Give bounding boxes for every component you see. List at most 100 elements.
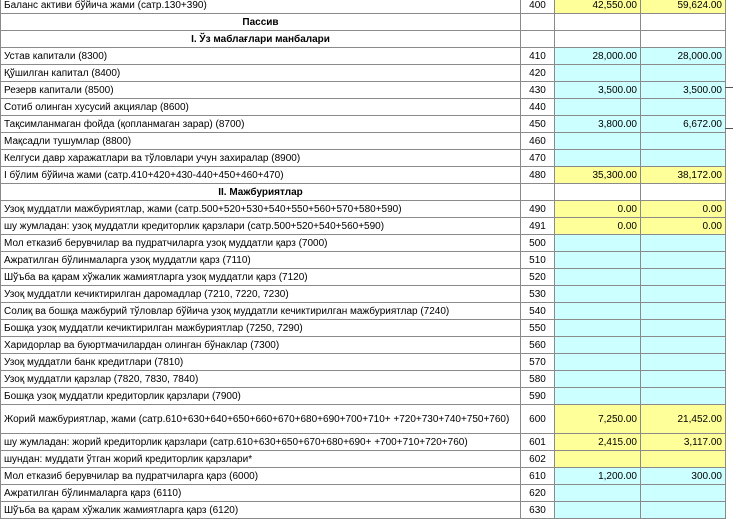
- value-cell-period-start[interactable]: 3,800.00: [554, 115, 641, 133]
- table-row: Жорий мажбуриятлар, жами (сатр.610+630+6…: [0, 404, 726, 434]
- value-cell-period-end[interactable]: 59,624.00: [640, 0, 726, 14]
- value-cell-period-end[interactable]: [640, 251, 726, 269]
- row-code: 440: [520, 98, 555, 116]
- value-cell-period-start[interactable]: 0.00: [554, 200, 641, 218]
- row-label: Келгуси давр харажатлари ва тўловлари уч…: [0, 149, 521, 167]
- value-cell-period-start[interactable]: [554, 268, 641, 286]
- row-label: Тақсимланмаган фойда (қопланмаган зарар)…: [0, 115, 521, 133]
- value-cell-period-start[interactable]: [554, 98, 641, 116]
- value-cell-period-start[interactable]: [554, 64, 641, 82]
- value-cell-period-start[interactable]: [554, 285, 641, 303]
- value-cell-period-end[interactable]: 28,000.00: [640, 47, 726, 65]
- row-code: 530: [520, 285, 555, 303]
- value-cell-period-end[interactable]: [640, 450, 726, 468]
- row-label: Жорий мажбуриятлар, жами (сатр.610+630+6…: [0, 404, 521, 434]
- value-cell-period-end[interactable]: [640, 387, 726, 405]
- row-code: 560: [520, 336, 555, 354]
- value-cell-period-end[interactable]: [640, 98, 726, 116]
- value-cell-period-start[interactable]: [554, 370, 641, 388]
- value-cell-period-end[interactable]: 38,172.00: [640, 166, 726, 184]
- row-label: Резерв капитали (8500): [0, 81, 521, 99]
- row-label: Ажратилган бўлинмаларга қарз (6110): [0, 484, 521, 502]
- row-label: Бошқа узоқ муддатли кредиторлик қарзлари…: [0, 387, 521, 405]
- empty-cell: [640, 183, 726, 201]
- empty-cell: [520, 183, 555, 201]
- section-header-label: Пассив: [0, 13, 521, 31]
- value-cell-period-start[interactable]: 0.00: [554, 217, 641, 235]
- table-row: Тақсимланмаган фойда (қопланмаган зарар)…: [0, 115, 726, 133]
- value-cell-period-start[interactable]: [554, 336, 641, 354]
- value-cell-period-end[interactable]: [640, 268, 726, 286]
- value-cell-period-start[interactable]: [554, 319, 641, 337]
- value-cell-period-end[interactable]: [640, 501, 726, 519]
- value-cell-period-end[interactable]: 0.00: [640, 217, 726, 235]
- row-code: 491: [520, 217, 555, 235]
- value-cell-period-start[interactable]: [554, 251, 641, 269]
- value-cell-period-end[interactable]: [640, 234, 726, 252]
- value-cell-period-start[interactable]: [554, 132, 641, 150]
- row-code: 450: [520, 115, 555, 133]
- section-header-row: II. Мажбуриятлар: [0, 183, 726, 201]
- row-code: 540: [520, 302, 555, 320]
- value-cell-period-end[interactable]: [640, 285, 726, 303]
- section-header-row: I. Ўз маблағлари манбалари: [0, 30, 726, 48]
- value-cell-period-end[interactable]: [640, 484, 726, 502]
- table-row: Резерв капитали (8500) 430 3,500.00 3,500.0…: [0, 81, 726, 99]
- empty-cell: [520, 13, 555, 31]
- empty-cell: [640, 30, 726, 48]
- balance-sheet-body: Баланс активи бўйича жами (сатр.130+390)…: [0, 0, 726, 519]
- value-cell-period-end[interactable]: [640, 302, 726, 320]
- value-cell-period-start[interactable]: [554, 302, 641, 320]
- row-label: Устав капитали (8300): [0, 47, 521, 65]
- value-cell-period-end[interactable]: 0.00: [640, 200, 726, 218]
- value-cell-period-end[interactable]: [640, 336, 726, 354]
- row-code: 550: [520, 319, 555, 337]
- row-label: Шўъба ва қарам хўжалик жамиятларга қарз …: [0, 501, 521, 519]
- value-cell-period-end[interactable]: 3,500.00: [640, 81, 726, 99]
- value-cell-period-end[interactable]: [640, 149, 726, 167]
- value-cell-period-start[interactable]: 3,500.00: [554, 81, 641, 99]
- empty-cell: [554, 30, 641, 48]
- table-row: Мол етказиб берувчилар ва пудратчиларга …: [0, 467, 726, 485]
- value-cell-period-end[interactable]: [640, 132, 726, 150]
- value-cell-period-start[interactable]: 2,415.00: [554, 433, 641, 451]
- value-cell-period-start[interactable]: [554, 149, 641, 167]
- row-label: Мақсадли тушумлар (8800): [0, 132, 521, 150]
- value-cell-period-start[interactable]: [554, 501, 641, 519]
- table-row: Сотиб олинган хусусий акциялар (8600) 440: [0, 98, 726, 116]
- table-row: Узоқ муддатли банк кредитлари (7810) 570: [0, 353, 726, 371]
- value-cell-period-start[interactable]: [554, 450, 641, 468]
- row-label: Ажратилган бўлинмаларга узоқ муддатли қа…: [0, 251, 521, 269]
- section-header-label: I. Ўз маблағлари манбалари: [0, 30, 521, 48]
- table-row: Келгуси давр харажатлари ва тўловлари уч…: [0, 149, 726, 167]
- table-row: Узоқ муддатли қарзлар (7820, 7830, 7840)…: [0, 370, 726, 388]
- value-cell-period-start[interactable]: 42,550.00: [554, 0, 641, 14]
- value-cell-period-start[interactable]: [554, 353, 641, 371]
- value-cell-period-end[interactable]: 3,117.00: [640, 433, 726, 451]
- value-cell-period-end[interactable]: 6,672.00: [640, 115, 726, 133]
- value-cell-period-end[interactable]: 21,452.00: [640, 404, 726, 434]
- table-row: Мол етказиб берувчилар ва пудратчиларга …: [0, 234, 726, 252]
- value-cell-period-start[interactable]: [554, 387, 641, 405]
- row-code: 500: [520, 234, 555, 252]
- table-row: шу жумладан: жорий кредиторлик қарзлари …: [0, 433, 726, 451]
- value-cell-period-start[interactable]: 1,200.00: [554, 467, 641, 485]
- empty-cell: [520, 30, 555, 48]
- value-cell-period-start[interactable]: 35,300.00: [554, 166, 641, 184]
- value-cell-period-start[interactable]: [554, 484, 641, 502]
- row-code: 600: [520, 404, 555, 434]
- value-cell-period-end[interactable]: [640, 319, 726, 337]
- page: { "colors": { "yellow_cell": "#ffff99", …: [0, 0, 736, 519]
- row-label: Узоқ муддатли мажбуриятлар, жами (сатр.5…: [0, 200, 521, 218]
- value-cell-period-start[interactable]: 7,250.00: [554, 404, 641, 434]
- value-cell-period-start[interactable]: 28,000.00: [554, 47, 641, 65]
- value-cell-period-end[interactable]: [640, 353, 726, 371]
- value-cell-period-end[interactable]: [640, 370, 726, 388]
- value-cell-period-end[interactable]: [640, 64, 726, 82]
- value-cell-period-start[interactable]: [554, 234, 641, 252]
- row-code: 570: [520, 353, 555, 371]
- value-cell-period-end[interactable]: 300.00: [640, 467, 726, 485]
- row-label: Баланс активи бўйича жами (сатр.130+390): [0, 0, 521, 14]
- row-label: шу жумладан: узоқ муддатли кредиторлик қ…: [0, 217, 521, 235]
- column-resize-tick: [725, 128, 733, 129]
